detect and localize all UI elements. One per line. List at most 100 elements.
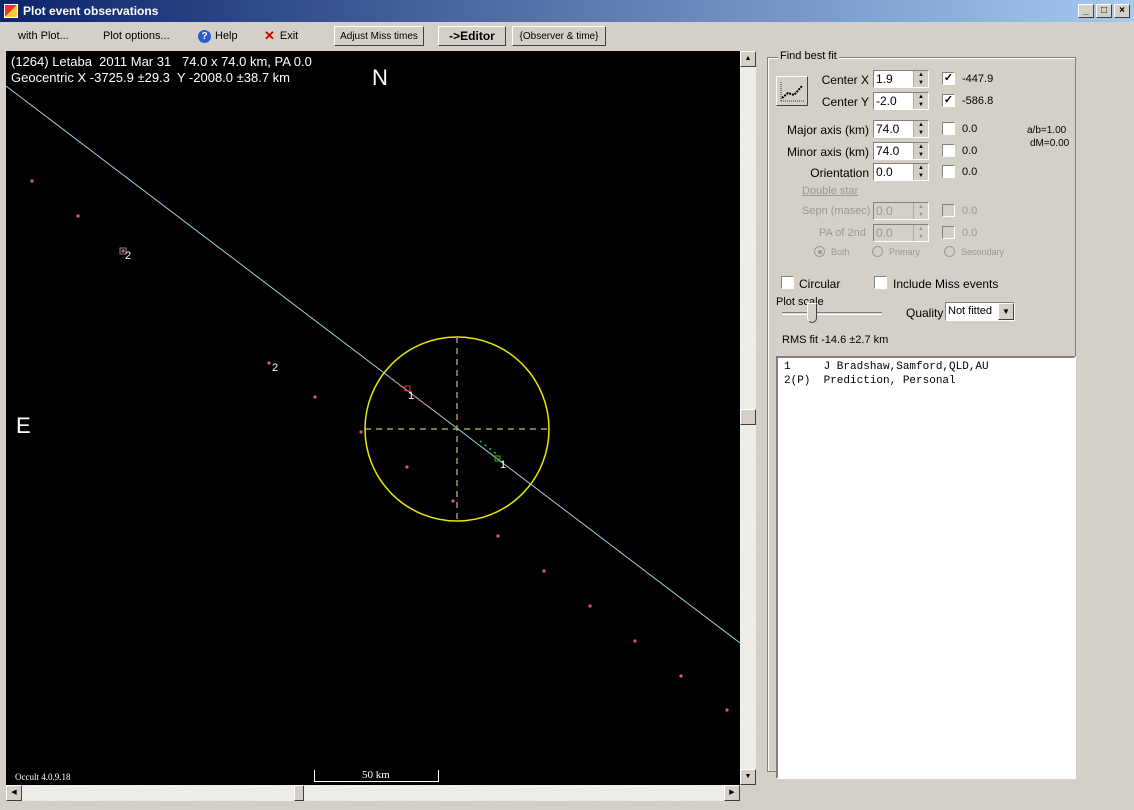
fit-row-label: Major axis (km) xyxy=(786,123,869,137)
spin-arrows-icon[interactable]: ▲ ▼ xyxy=(913,93,928,109)
chord-label-disappear: 1 xyxy=(408,390,415,402)
app-icon xyxy=(4,4,18,18)
list-item[interactable]: 2(P) Prediction, Personal xyxy=(784,374,1068,388)
plot-options-menu[interactable]: Plot options... xyxy=(99,26,174,46)
fit-row-result: -447.9 xyxy=(962,73,994,85)
minimize-button[interactable]: _ xyxy=(1078,4,1094,18)
spin-arrows-icon[interactable]: ▲ ▼ xyxy=(913,121,928,137)
include-miss-checkbox[interactable] xyxy=(874,276,887,289)
spin-arrows-icon[interactable]: ▲ ▼ xyxy=(913,225,928,241)
fit-button[interactable] xyxy=(776,76,808,106)
east-label: E xyxy=(16,413,31,438)
observer-chord-line xyxy=(6,85,740,644)
prediction-point xyxy=(359,430,363,434)
prediction-point xyxy=(588,604,592,608)
circular-label: Circular xyxy=(799,277,841,291)
prediction-point xyxy=(267,361,271,365)
prediction-point xyxy=(30,179,34,183)
vertical-scrollbar[interactable]: ▲ ▼ xyxy=(740,51,756,785)
prediction-point xyxy=(313,395,317,399)
exit-menu[interactable]: ✕ Exit xyxy=(260,26,302,46)
fit-row-value: -2.0 xyxy=(876,94,897,108)
radio-icon xyxy=(872,246,883,257)
fit-row-result: -586.8 xyxy=(962,95,994,107)
double-star-label: Double star xyxy=(802,185,859,197)
scroll-right-button[interactable]: ▶ xyxy=(724,785,740,801)
radio-icon xyxy=(944,246,955,257)
fit-row-checkbox[interactable] xyxy=(942,165,955,178)
fit-row-checkbox[interactable]: ✓ xyxy=(942,94,955,107)
scroll-down-button[interactable]: ▼ xyxy=(740,769,756,785)
plot-canvas xyxy=(6,85,740,712)
editor-button[interactable]: ->Editor xyxy=(438,26,506,46)
spin-arrows-icon[interactable]: ▲ ▼ xyxy=(913,71,928,87)
horizontal-scrollbar[interactable]: ◀ ▶ xyxy=(6,785,740,801)
fit-row-input[interactable]: 74.0 ▲ ▼ xyxy=(873,120,929,138)
radio-label: Secondary xyxy=(961,246,1005,257)
version-label: Occult 4.0.9.18 xyxy=(15,772,71,782)
sepn-result: 0.0 xyxy=(962,205,978,217)
sepn-input[interactable]: 0.0 ▲ ▼ xyxy=(873,202,929,220)
plot-header-line1: (1264) Letaba 2011 Mar 31 74.0 x 74.0 km… xyxy=(11,54,312,69)
fit-row-checkbox[interactable] xyxy=(942,122,955,135)
toolbar: with Plot... Plot options... ? Help ✕ Ex… xyxy=(0,22,1134,49)
quality-value: Not fitted xyxy=(948,305,993,317)
help-menu[interactable]: ? Help xyxy=(194,26,242,46)
radio-label: Primary xyxy=(889,246,920,257)
fit-row-label: Center X xyxy=(821,73,869,87)
spin-arrows-icon[interactable]: ▲ ▼ xyxy=(913,164,928,180)
observer-list[interactable]: 1 J Bradshaw,Samford,QLD,AU 2(P) Predict… xyxy=(776,356,1076,779)
plot-area[interactable]: (1264) Letaba 2011 Mar 31 74.0 x 74.0 km… xyxy=(6,51,740,785)
scale-label: 50 km xyxy=(362,769,390,781)
plot-header-line2: Geocentric X -3725.9 ±29.3 Y -2008.0 ±38… xyxy=(11,70,291,85)
chart-icon xyxy=(780,82,804,102)
help-label: Help xyxy=(215,30,238,42)
chevron-down-icon[interactable]: ▼ xyxy=(998,303,1014,320)
sepn-checkbox[interactable] xyxy=(942,204,955,217)
radio-label: Both xyxy=(831,246,850,257)
pa2-input[interactable]: 0.0 ▲ ▼ xyxy=(873,224,929,242)
prediction-point xyxy=(451,499,455,503)
ratio-label: a/b=1.00 xyxy=(1027,125,1067,136)
prediction-point xyxy=(405,465,409,469)
fit-row-input[interactable]: 0.0 ▲ ▼ xyxy=(873,163,929,181)
fit-row-result: 0.0 xyxy=(962,123,978,135)
prediction-label: 2 xyxy=(125,250,132,262)
scroll-left-button[interactable]: ◀ xyxy=(6,785,22,801)
fit-row-input[interactable]: 1.9 ▲ ▼ xyxy=(873,70,929,88)
prediction-point xyxy=(542,569,546,573)
circular-checkbox[interactable] xyxy=(781,276,794,289)
radio-selected-icon xyxy=(814,246,825,257)
scroll-up-button[interactable]: ▲ xyxy=(740,51,756,67)
fit-row-input[interactable]: 74.0 ▲ ▼ xyxy=(873,142,929,160)
observer-time-button[interactable]: {Observer & time} xyxy=(512,26,606,46)
sepn-value: 0.0 xyxy=(876,204,893,218)
pa2-result: 0.0 xyxy=(962,227,978,239)
sepn-label: Sepn (masec) xyxy=(802,205,871,217)
radio-primary[interactable]: Primary xyxy=(872,246,920,257)
window-title: Plot event observations xyxy=(23,4,159,18)
list-item[interactable]: 1 J Bradshaw,Samford,QLD,AU xyxy=(784,360,1068,374)
plot-scale-track xyxy=(782,312,882,315)
horizontal-scroll-thumb[interactable] xyxy=(294,785,304,801)
quality-select[interactable]: Not fitted ▼ xyxy=(945,302,1015,321)
radio-both[interactable]: Both xyxy=(814,246,850,257)
close-button[interactable]: × xyxy=(1114,4,1130,18)
spin-arrows-icon[interactable]: ▲ ▼ xyxy=(913,203,928,219)
maximize-button[interactable]: □ xyxy=(1096,4,1112,18)
pa2-value: 0.0 xyxy=(876,226,893,240)
prediction-label: 2 xyxy=(272,362,279,374)
fit-row-label: Orientation xyxy=(810,166,869,180)
spin-arrows-icon[interactable]: ▲ ▼ xyxy=(913,143,928,159)
fit-row-checkbox[interactable]: ✓ xyxy=(942,72,955,85)
radio-secondary[interactable]: Secondary xyxy=(944,246,1004,257)
fit-panel: Find best fit Center X 1.9 ▲ ▼ ✓ -447.9 Cen… xyxy=(763,50,1076,779)
adjust-miss-times-button[interactable]: Adjust Miss times xyxy=(334,26,424,46)
fit-row-input[interactable]: -2.0 ▲ ▼ xyxy=(873,92,929,110)
plot-scale-slider[interactable] xyxy=(807,303,817,323)
with-plot-menu[interactable]: with Plot... xyxy=(14,26,73,46)
vertical-scroll-thumb[interactable] xyxy=(740,409,756,425)
pa2-checkbox[interactable] xyxy=(942,226,955,239)
fit-row-checkbox[interactable] xyxy=(942,144,955,157)
fit-row-value: 1.9 xyxy=(876,72,893,86)
